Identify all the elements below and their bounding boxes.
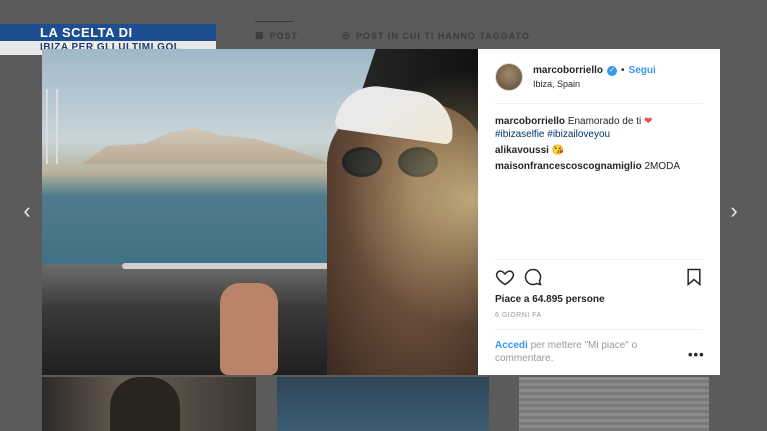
active-tab-indicator: [255, 21, 293, 22]
photo-rail: [122, 263, 342, 269]
photo-mast: [46, 89, 48, 164]
grid-icon: ▦: [255, 30, 265, 40]
location-link[interactable]: Ibiza, Spain: [533, 79, 656, 89]
post-photo[interactable]: [42, 49, 478, 375]
tag-icon: ◎: [342, 30, 351, 40]
post-header: marcoborriello ✓ • Segui Ibiza, Spain: [495, 62, 703, 92]
previous-post-arrow[interactable]: ‹: [20, 200, 34, 222]
bookmark-icon[interactable]: [684, 267, 704, 287]
caption-comment: marcoborriello Enamorado de ti ❤ #ibizas…: [495, 115, 710, 141]
verified-badge-icon: ✓: [607, 65, 618, 76]
hashtag-links[interactable]: #ibizaselfie #ibizailoveyou: [495, 129, 610, 140]
comment-text: 😘: [551, 145, 565, 156]
comments-list: marcoborriello Enamorado de ti ❤ #ibizas…: [495, 115, 710, 176]
photo-town: [82, 128, 332, 164]
thumbnail-face: [110, 377, 180, 431]
avatar[interactable]: [495, 63, 523, 91]
comment-username[interactable]: maisonfrancescoscognamiglio: [495, 161, 642, 172]
tab-posts[interactable]: ▦ POST: [255, 30, 298, 41]
grid-thumbnail[interactable]: [277, 377, 489, 431]
post-sidebar: marcoborriello ✓ • Segui Ibiza, Spain ma…: [478, 49, 720, 375]
separator-dot: •: [621, 65, 625, 76]
list-item: maisonfrancescoscognamiglio 2MODA: [495, 160, 710, 173]
comment-icon[interactable]: [523, 267, 543, 287]
grid-thumbnail[interactable]: [519, 377, 709, 431]
actions-divider: [495, 259, 703, 260]
next-post-arrow[interactable]: ›: [727, 200, 741, 222]
photo-sunlight: [342, 69, 478, 329]
heart-emoji: ❤: [643, 116, 653, 127]
comment-text: 2MODA: [644, 161, 681, 172]
more-options-button[interactable]: •••: [688, 347, 705, 362]
footer-divider: [495, 329, 703, 330]
profile-tabs: ▦ POST ◎ POST IN CUI TI HANNO TAGGATO: [255, 30, 530, 41]
photo-mast: [56, 89, 58, 164]
username-link[interactable]: marcoborriello: [533, 65, 603, 76]
comment-username[interactable]: alikavoussi: [495, 145, 549, 156]
follow-button[interactable]: Segui: [629, 65, 656, 76]
caption-text: Enamorado de ti: [567, 116, 642, 127]
login-link[interactable]: Accedi: [495, 340, 528, 351]
list-item: alikavoussi 😘: [495, 144, 710, 157]
comment-username[interactable]: marcoborriello: [495, 116, 565, 127]
login-prompt: Accedi per mettere "Mi piace" o commenta…: [495, 339, 655, 365]
likes-count[interactable]: Piace a 64.895 persone: [495, 294, 605, 305]
tab-tagged[interactable]: ◎ POST IN CUI TI HANNO TAGGATO: [342, 30, 530, 41]
action-bar: [495, 267, 703, 287]
caption-title: LA SCELTA DI BORRIELLO: [0, 24, 216, 55]
photo-hand: [220, 283, 278, 375]
header-divider: [495, 103, 703, 104]
heart-icon[interactable]: [495, 267, 515, 287]
post-timestamp: 6 GIORNI FA: [495, 312, 542, 319]
post-modal: marcoborriello ✓ • Segui Ibiza, Spain ma…: [42, 49, 720, 375]
